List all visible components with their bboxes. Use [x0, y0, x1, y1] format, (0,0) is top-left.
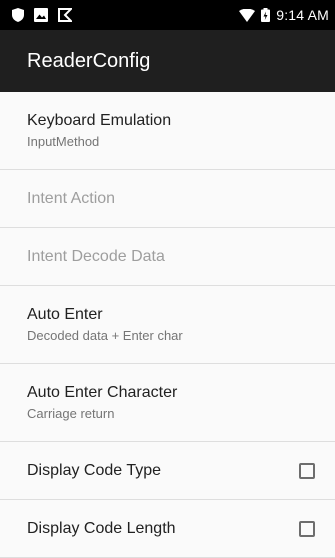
status-bar: 9:14 AM: [0, 0, 335, 30]
pref-text: Display Code Type: [27, 462, 161, 480]
pref-summary: Decoded data + Enter char: [27, 328, 183, 343]
pref-text: Display Code Length: [27, 520, 176, 538]
pref-display-code-type[interactable]: Display Code Type: [0, 442, 335, 500]
pref-display-code-length[interactable]: Display Code Length: [0, 500, 335, 558]
pref-text: Keyboard Emulation InputMethod: [27, 112, 171, 149]
display-code-length-checkbox[interactable]: [299, 520, 315, 537]
pref-text: Intent Decode Data: [27, 248, 165, 266]
pref-text: Auto Enter Character Carriage return: [27, 384, 177, 421]
pref-title: Auto Enter: [27, 306, 103, 323]
pref-summary: InputMethod: [27, 134, 100, 149]
status-right: 9:14 AM: [239, 7, 329, 23]
notification-flag-icon: [58, 8, 72, 22]
pref-intent-decode-data: Intent Decode Data: [0, 228, 335, 286]
wifi-icon: [239, 8, 256, 22]
pref-text: Auto Enter Decoded data + Enter char: [27, 306, 183, 343]
status-left: [12, 8, 72, 22]
shield-icon: [12, 8, 24, 22]
pref-auto-enter-character[interactable]: Auto Enter Character Carriage return: [0, 364, 335, 442]
display-code-type-checkbox[interactable]: [299, 462, 315, 479]
image-icon: [34, 8, 48, 22]
battery-charging-icon: [261, 8, 271, 22]
clock-time: 9:14 AM: [276, 7, 329, 23]
pref-auto-enter[interactable]: Auto Enter Decoded data + Enter char: [0, 286, 335, 364]
preferences-list: Keyboard Emulation InputMethod Intent Ac…: [0, 92, 335, 558]
pref-keyboard-emulation[interactable]: Keyboard Emulation InputMethod: [0, 92, 335, 170]
app-bar: ReaderConfig: [0, 30, 335, 92]
pref-title: Keyboard Emulation: [27, 112, 172, 129]
pref-text: Intent Action: [27, 190, 115, 208]
pref-title: Intent Action: [27, 189, 116, 207]
pref-intent-action: Intent Action: [0, 170, 335, 228]
pref-title: Display Code Type: [27, 461, 161, 479]
pref-summary: Carriage return: [27, 406, 115, 421]
pref-title: Intent Decode Data: [27, 247, 165, 265]
pref-title: Display Code Length: [27, 519, 176, 537]
pref-title: Auto Enter Character: [27, 384, 178, 401]
app-title: ReaderConfig: [27, 49, 151, 72]
